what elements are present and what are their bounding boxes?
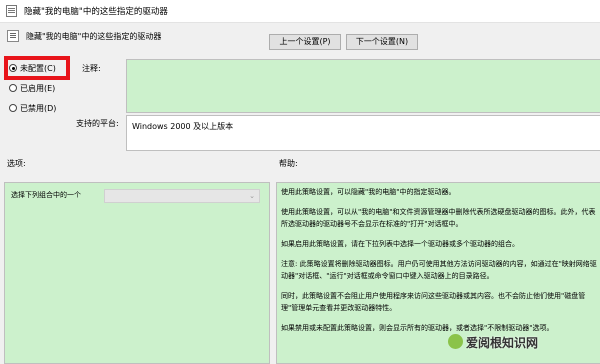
help-paragraph: 使用此策略设置，可以隐藏"我的电脑"中的指定驱动器。 bbox=[281, 188, 456, 196]
radio-button[interactable] bbox=[9, 104, 17, 112]
radio-button[interactable] bbox=[9, 84, 17, 92]
watermark-logo-icon bbox=[448, 334, 463, 349]
radio-enabled[interactable]: 已启用(E) bbox=[9, 81, 55, 95]
policy-icon bbox=[6, 5, 17, 17]
comment-textarea[interactable] bbox=[126, 59, 600, 113]
help-paragraph: 注意: 此策略设置将删除驱动器图标。用户仍可使用其他方法访问驱动器的内容，如通过… bbox=[281, 260, 597, 280]
previous-setting-button[interactable]: 上一个设置(P) bbox=[269, 34, 341, 50]
policy-setting-icon bbox=[7, 30, 19, 42]
platform-box: Windows 2000 及以上版本 bbox=[126, 115, 600, 151]
radio-label: 已禁用(D) bbox=[20, 103, 57, 113]
red-highlight-annotation bbox=[4, 56, 70, 80]
title-bar: 隐藏"我的电脑"中的这些指定的驱动器 bbox=[0, 0, 600, 23]
window-title: 隐藏"我的电脑"中的这些指定的驱动器 bbox=[24, 7, 168, 17]
radio-label: 已启用(E) bbox=[20, 83, 56, 93]
platform-value: Windows 2000 及以上版本 bbox=[132, 122, 234, 131]
policy-name: 隐藏"我的电脑"中的这些指定的驱动器 bbox=[26, 32, 162, 41]
next-setting-button[interactable]: 下一个设置(N) bbox=[346, 34, 418, 50]
help-text: 使用此策略设置，可以隐藏"我的电脑"中的指定驱动器。 使用此策略设置，可以从"我… bbox=[281, 186, 600, 342]
options-header: 选项: bbox=[7, 159, 26, 168]
help-header: 帮助: bbox=[279, 159, 298, 168]
radio-disabled[interactable]: 已禁用(D) bbox=[9, 101, 56, 115]
help-paragraph: 如果启用此策略设置，请在下拉列表中选择一个驱动器或多个驱动器的组合。 bbox=[281, 240, 519, 248]
options-pane: 选择下列组合中的一个 bbox=[4, 182, 270, 364]
combo-label: 选择下列组合中的一个 bbox=[11, 191, 81, 199]
comment-label: 注释: bbox=[82, 64, 101, 73]
help-paragraph: 使用此策略设置，可以从"我的电脑"和文件资源管理器中删除代表所选硬盘驱动器的图标… bbox=[281, 208, 596, 228]
help-paragraph: 同时，此策略设置不会阻止用户使用程序来访问这些驱动器或其内容。也不会防止他们使用… bbox=[281, 292, 586, 312]
help-paragraph: 如果禁用或未配置此策略设置，则会显示所有的驱动器，或者选择"不限制驱动器"选项。 bbox=[281, 324, 554, 332]
chevron-down-icon: ⌄ bbox=[249, 192, 255, 200]
watermark-text: 爱阅根知识网 bbox=[466, 336, 539, 350]
platform-label: 支持的平台: bbox=[76, 119, 119, 128]
drive-combination-dropdown[interactable]: ⌄ bbox=[104, 189, 260, 203]
